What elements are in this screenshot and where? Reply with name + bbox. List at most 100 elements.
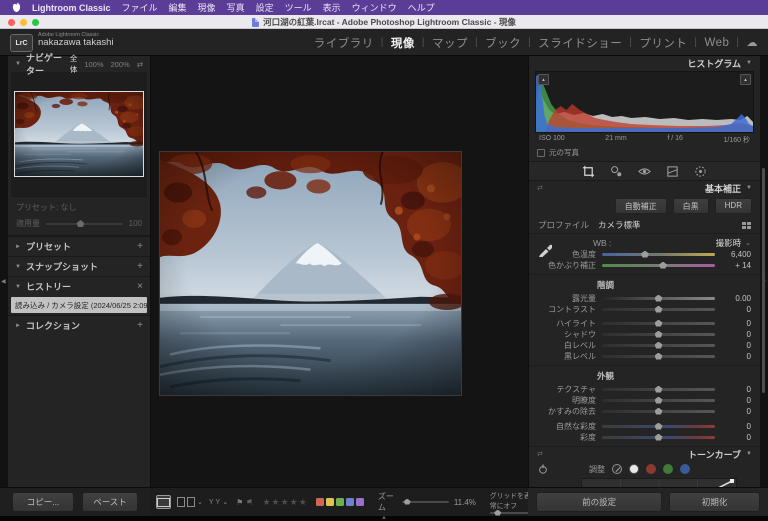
photo-image[interactable] (160, 152, 461, 395)
filmstrip-collapse-bar[interactable]: ▲ (0, 516, 768, 521)
reject-flag-icon[interactable]: ⚑ (246, 498, 253, 507)
module-book[interactable]: ブック (485, 35, 521, 51)
tone-curve-header[interactable]: ⇄ トーンカーブ ▼ (529, 446, 760, 461)
module-map[interactable]: マップ (432, 35, 468, 51)
navigator-header[interactable]: ▼ ナビゲーター 全体 100% 200% ⇄ (8, 56, 150, 72)
exposure-slider-thumb[interactable] (655, 295, 663, 302)
module-slideshow[interactable]: スライドショー (538, 35, 622, 51)
texture-slider-thumb[interactable] (655, 386, 663, 393)
chevron-down-icon[interactable]: ▼ (746, 185, 752, 191)
tint-slider-thumb[interactable] (659, 262, 667, 269)
chevron-down-icon[interactable]: ▼ (746, 60, 752, 66)
section-history[interactable]: ▼ ヒストリー × (8, 276, 150, 296)
temp-value[interactable]: 6,400 (721, 250, 751, 259)
histogram[interactable]: ▴ ▴ (535, 71, 754, 133)
copy-button[interactable]: コピー... (12, 492, 74, 512)
cloud-sync-icon[interactable]: ☁ (747, 36, 759, 49)
color-label-purple[interactable] (356, 498, 364, 506)
history-item-selected[interactable]: 読み込み / カメラ設定 (2024/06/25 2:09:00) (11, 297, 147, 313)
right-panel-gutter[interactable]: ► (760, 56, 768, 487)
dehaze-slider-thumb[interactable] (655, 408, 663, 415)
heal-tool-icon[interactable] (610, 165, 623, 178)
shadows-slider-thumb[interactable] (655, 331, 663, 338)
before-after-split-button[interactable]: YY ⌄ (209, 498, 228, 506)
chevron-down-icon[interactable]: ▼ (15, 264, 21, 270)
module-web[interactable]: Web (704, 37, 729, 49)
section-collections[interactable]: ► コレクション + (8, 315, 150, 335)
curve-edit-icon[interactable] (612, 464, 622, 474)
zoom-slider-thumb[interactable] (404, 499, 411, 505)
saturation-slider-thumb[interactable] (655, 434, 663, 441)
section-snapshots[interactable]: ▼ スナップショット + (8, 256, 150, 276)
soft-proof-checkbox[interactable] (537, 149, 545, 157)
bw-button[interactable]: 白黒 (673, 198, 709, 214)
color-label-red[interactable] (316, 498, 324, 506)
temp-slider[interactable] (602, 253, 715, 256)
zoom-slider[interactable] (402, 501, 449, 503)
left-panel-gutter[interactable]: ◀ (0, 56, 8, 487)
menu-tools[interactable]: ツール (285, 1, 312, 14)
curve-channel-red[interactable] (646, 464, 656, 474)
previous-button[interactable]: 前の設定 (536, 492, 662, 512)
highlights-slider-thumb[interactable] (655, 320, 663, 327)
preset-amount-thumb[interactable] (76, 220, 84, 227)
whites-value[interactable]: 0 (721, 341, 751, 350)
color-label-blue[interactable] (346, 498, 354, 506)
hdr-button[interactable]: HDR (715, 198, 752, 214)
star-4-icon[interactable]: ★ (290, 497, 298, 508)
tint-value[interactable]: + 14 (721, 261, 751, 270)
contrast-slider-thumb[interactable] (655, 306, 663, 313)
vibrance-slider[interactable] (602, 425, 715, 428)
collapse-left-panel-icon[interactable]: ◀ (1, 278, 6, 285)
basic-panel-header[interactable]: ⇄ 基本補正 ▼ (529, 181, 760, 195)
navigator-thumbnail[interactable] (14, 91, 144, 177)
main-photo[interactable] (160, 152, 461, 395)
highlight-clipping-indicator[interactable]: ▴ (740, 74, 751, 85)
blacks-slider[interactable] (602, 355, 715, 358)
clear-history-icon[interactable]: × (137, 281, 143, 292)
chevron-down-icon[interactable]: ▼ (15, 61, 21, 67)
curve-channel-all[interactable] (629, 464, 639, 474)
highlights-value[interactable]: 0 (721, 319, 751, 328)
profile-browser-icon[interactable] (742, 222, 751, 229)
shadow-clipping-indicator[interactable]: ▴ (538, 74, 549, 85)
menu-file[interactable]: ファイル (122, 1, 158, 14)
auto-tone-button[interactable]: 自動補正 (615, 198, 667, 214)
profile-value[interactable]: カメラ標準 (598, 219, 641, 231)
loupe-view-button[interactable] (156, 495, 171, 509)
chevron-right-icon[interactable]: ► (15, 323, 21, 329)
add-snapshot-icon[interactable]: + (137, 261, 143, 272)
wb-eyedropper-icon[interactable] (538, 239, 552, 257)
vibrance-slider-thumb[interactable] (655, 423, 663, 430)
reset-button[interactable]: 初期化 (669, 492, 760, 512)
histogram-plot[interactable] (536, 72, 753, 132)
exposure-value[interactable]: 0.00 (721, 294, 751, 303)
menubar-app-name[interactable]: Lightroom Classic (32, 3, 111, 13)
add-collection-icon[interactable]: + (137, 320, 143, 331)
star-2-icon[interactable]: ★ (272, 497, 280, 508)
menu-edit[interactable]: 編集 (169, 1, 187, 14)
develop-canvas[interactable] (151, 56, 528, 487)
module-print[interactable]: プリント (639, 35, 687, 51)
panel-power-icon[interactable] (538, 464, 548, 474)
zoom-200-option[interactable]: 200% (111, 60, 130, 69)
menu-view[interactable]: 表示 (323, 1, 341, 14)
chevron-right-icon[interactable]: ► (15, 244, 21, 250)
saturation-value[interactable]: 0 (721, 433, 751, 442)
gradient-tool-icon[interactable] (666, 165, 679, 178)
redeye-tool-icon[interactable] (638, 165, 651, 178)
blacks-slider-thumb[interactable] (655, 353, 663, 360)
right-panel-scrollbar[interactable] (762, 168, 765, 393)
exposure-slider[interactable] (602, 297, 715, 300)
module-library[interactable]: ライブラリ (314, 35, 374, 51)
chevron-down-icon[interactable]: ⌄ (222, 498, 228, 506)
color-label-green[interactable] (336, 498, 344, 506)
whites-slider[interactable] (602, 344, 715, 347)
texture-slider[interactable] (602, 388, 715, 391)
mask-tool-icon[interactable] (694, 165, 707, 178)
paste-button[interactable]: ペースト (82, 492, 138, 512)
dehaze-value[interactable]: 0 (721, 407, 751, 416)
clarity-value[interactable]: 0 (721, 396, 751, 405)
curve-channel-green[interactable] (663, 464, 673, 474)
highlights-slider[interactable] (602, 322, 715, 325)
